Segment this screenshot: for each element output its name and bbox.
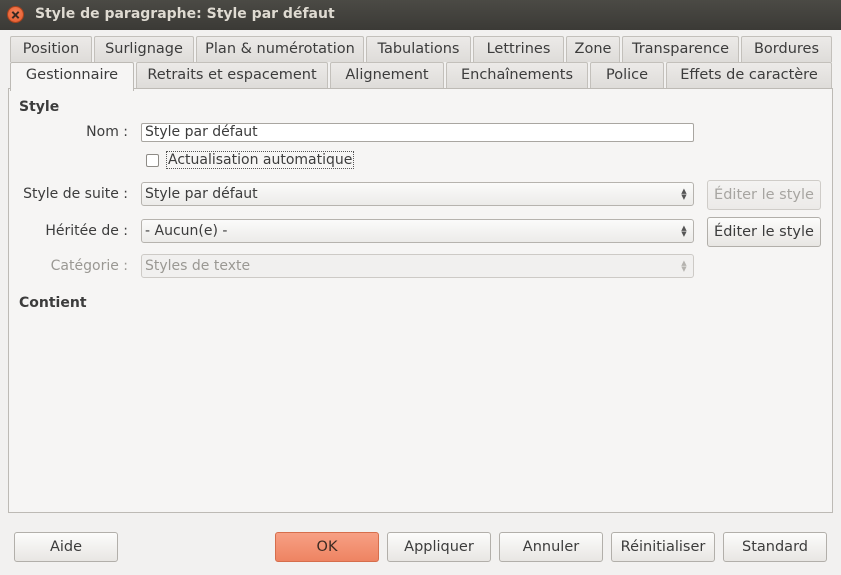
edit-inherit-style-button[interactable]: Éditer le style [707, 217, 821, 247]
edit-next-style-button[interactable]: Éditer le style [707, 180, 821, 210]
tab-lettrines[interactable]: Lettrines [473, 36, 564, 62]
ok-button[interactable]: OK [275, 532, 379, 562]
gestionnaire-panel [8, 88, 833, 513]
spin-arrows-icon: ▲ ▼ [681, 224, 687, 238]
window-title: Style de paragraphe: Style par défaut [35, 6, 335, 22]
tab-tabulations[interactable]: Tabulations [366, 36, 471, 62]
name-label: Nom : [86, 124, 128, 140]
autoupdate-checkbox[interactable] [146, 154, 159, 167]
standard-button[interactable]: Standard [723, 532, 827, 562]
style-heading: Style [19, 99, 60, 115]
tab-bordures[interactable]: Bordures [741, 36, 832, 62]
next-style-value: Style par défaut [145, 186, 258, 202]
next-style-select[interactable]: Style par défaut ▲ ▼ [141, 182, 694, 206]
tab-gestionnaire[interactable]: Gestionnaire [10, 62, 134, 91]
next-style-label: Style de suite : [23, 186, 128, 202]
tab-zone[interactable]: Zone [566, 36, 620, 62]
tab-surlignage[interactable]: Surlignage [94, 36, 194, 62]
spin-arrows-icon: ▲ ▼ [681, 187, 687, 201]
name-input[interactable]: Style par défaut [141, 123, 694, 142]
reset-button[interactable]: Réinitialiser [611, 532, 715, 562]
tab-alignement[interactable]: Alignement [330, 62, 444, 88]
category-value: Styles de texte [145, 258, 251, 274]
tab-plan-numerotation[interactable]: Plan & numérotation [196, 36, 364, 62]
close-icon[interactable] [7, 6, 24, 23]
tab-police[interactable]: Police [590, 62, 664, 88]
tab-row-2: Gestionnaire Retraits et espacement Alig… [8, 62, 833, 91]
inherit-select[interactable]: - Aucun(e) - ▲ ▼ [141, 219, 694, 243]
tab-position[interactable]: Position [10, 36, 92, 62]
inherit-label: Héritée de : [45, 223, 128, 239]
autoupdate-label[interactable]: Actualisation automatique [166, 151, 355, 169]
category-select[interactable]: Styles de texte ▲ ▼ [141, 254, 694, 278]
category-label: Catégorie : [50, 258, 128, 274]
cancel-button[interactable]: Annuler [499, 532, 603, 562]
tab-retraits-espacement[interactable]: Retraits et espacement [136, 62, 328, 88]
tab-enchainements[interactable]: Enchaînements [446, 62, 588, 88]
tab-row-1: Position Surlignage Plan & numérotation … [8, 36, 833, 62]
inherit-value: - Aucun(e) - [145, 223, 228, 239]
contains-heading: Contient [19, 295, 87, 311]
window-titlebar: Style de paragraphe: Style par défaut [0, 0, 841, 30]
help-button[interactable]: Aide [14, 532, 118, 562]
apply-button[interactable]: Appliquer [387, 532, 491, 562]
spin-arrows-icon: ▲ ▼ [681, 259, 687, 273]
tab-effets-caractere[interactable]: Effets de caractère [666, 62, 832, 88]
tab-transparence[interactable]: Transparence [622, 36, 739, 62]
